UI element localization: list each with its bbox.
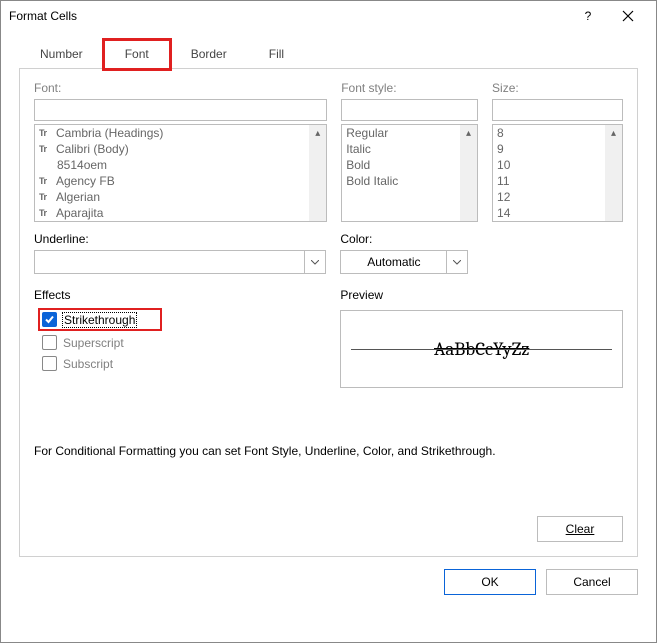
list-item[interactable]: 11: [493, 173, 622, 189]
close-button[interactable]: [608, 1, 648, 31]
list-item[interactable]: 8514oem: [35, 157, 326, 173]
underline-label: Underline:: [34, 232, 326, 246]
font-input[interactable]: [34, 99, 327, 121]
subscript-checkbox[interactable]: Subscript: [42, 356, 326, 371]
list-item[interactable]: 9: [493, 141, 622, 157]
list-item[interactable]: Regular: [342, 125, 477, 141]
preview-label: Preview: [340, 288, 623, 302]
title-bar: Format Cells ?: [1, 1, 656, 31]
window-title: Format Cells: [9, 9, 568, 23]
tab-font[interactable]: Font: [104, 40, 170, 69]
scroll-up-icon[interactable]: ▴: [309, 125, 326, 142]
superscript-checkbox[interactable]: Superscript: [42, 335, 326, 350]
underline-combo[interactable]: [34, 250, 326, 274]
color-value[interactable]: Automatic: [340, 250, 446, 274]
list-item[interactable]: TrAparajita: [35, 205, 326, 221]
clear-button[interactable]: Clear: [537, 516, 623, 542]
underline-dropdown-button[interactable]: [304, 250, 326, 274]
underline-value[interactable]: [34, 250, 304, 274]
effects-label: Effects: [34, 288, 326, 302]
preview-box: AaBbCcYyZz: [340, 310, 623, 388]
size-input[interactable]: [492, 99, 623, 121]
list-item[interactable]: TrCalibri (Body): [35, 141, 326, 157]
truetype-icon: Tr: [39, 208, 53, 218]
help-button[interactable]: ?: [568, 1, 608, 31]
font-label: Font:: [34, 81, 327, 95]
strikethrough-checkbox[interactable]: Strikethrough: [40, 310, 160, 329]
strikethrough-label: Strikethrough: [63, 313, 136, 327]
checkbox-box: [42, 312, 57, 327]
truetype-icon: Tr: [39, 176, 53, 186]
font-style-input[interactable]: [341, 99, 478, 121]
note-text: For Conditional Formatting you can set F…: [34, 444, 623, 458]
list-item[interactable]: TrAlgerian: [35, 189, 326, 205]
list-item[interactable]: 12: [493, 189, 622, 205]
tab-bar: Number Font Border Fill: [19, 39, 638, 69]
truetype-icon: Tr: [39, 144, 53, 154]
ok-button[interactable]: OK: [444, 569, 536, 595]
font-style-label: Font style:: [341, 81, 478, 95]
check-icon: [44, 314, 55, 325]
list-item[interactable]: Bold: [342, 157, 477, 173]
chevron-down-icon: [311, 260, 319, 265]
size-label: Size:: [492, 81, 623, 95]
tab-number[interactable]: Number: [19, 40, 104, 69]
size-list[interactable]: 8 9 10 11 12 14 ▴: [492, 124, 623, 222]
list-item[interactable]: TrAgency FB: [35, 173, 326, 189]
list-item[interactable]: TrCambria (Headings): [35, 125, 326, 141]
scrollbar[interactable]: ▴: [605, 125, 622, 221]
subscript-label: Subscript: [63, 357, 113, 371]
checkbox-box: [42, 335, 57, 350]
scroll-up-icon[interactable]: ▴: [460, 125, 477, 142]
tab-fill[interactable]: Fill: [248, 40, 305, 69]
dialog-footer: OK Cancel: [1, 557, 656, 609]
scrollbar[interactable]: ▴: [460, 125, 477, 221]
color-combo[interactable]: Automatic: [340, 250, 468, 274]
color-dropdown-button[interactable]: [446, 250, 468, 274]
chevron-down-icon: [453, 260, 461, 265]
list-item[interactable]: 10: [493, 157, 622, 173]
scroll-up-icon[interactable]: ▴: [605, 125, 622, 142]
cancel-button[interactable]: Cancel: [546, 569, 638, 595]
list-item[interactable]: Bold Italic: [342, 173, 477, 189]
truetype-icon: Tr: [39, 128, 53, 138]
close-icon: [622, 10, 634, 22]
font-list[interactable]: TrCambria (Headings) TrCalibri (Body) 85…: [34, 124, 327, 222]
font-panel: Font: TrCambria (Headings) TrCalibri (Bo…: [19, 69, 638, 557]
font-style-list[interactable]: Regular Italic Bold Bold Italic ▴: [341, 124, 478, 222]
superscript-label: Superscript: [63, 336, 124, 350]
checkbox-box: [42, 356, 57, 371]
list-item[interactable]: 8: [493, 125, 622, 141]
scrollbar[interactable]: ▴: [309, 125, 326, 221]
list-item[interactable]: Italic: [342, 141, 477, 157]
tab-border[interactable]: Border: [170, 40, 248, 69]
truetype-icon: Tr: [39, 192, 53, 202]
list-item[interactable]: 14: [493, 205, 622, 221]
color-label: Color:: [340, 232, 623, 246]
